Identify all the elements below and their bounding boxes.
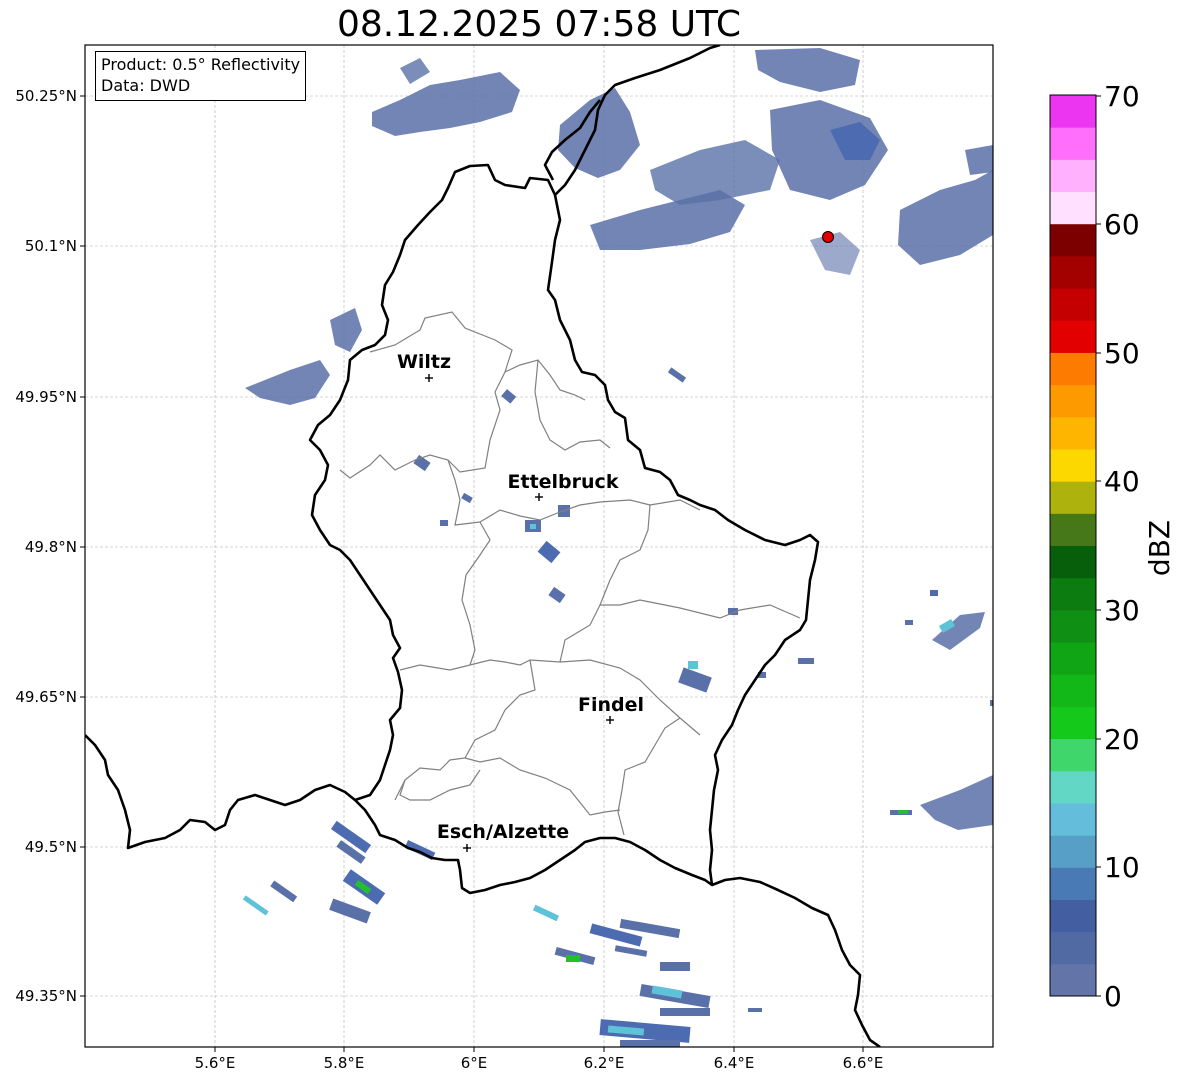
lon-label: 5.6°E — [195, 1054, 236, 1072]
colorbar-swatch — [1050, 577, 1096, 611]
map-frame — [84, 44, 994, 1048]
lat-label: 50.25°N — [15, 87, 77, 105]
colorbar-swatch — [1050, 545, 1096, 579]
lon-label: 6.4°E — [714, 1054, 755, 1072]
city-label-esch-alzette: Esch/Alzette — [437, 821, 569, 843]
colorbar-tick-label: 50 — [1104, 337, 1140, 370]
lat-label: 49.95°N — [15, 388, 77, 406]
city-label-findel: Findel — [578, 694, 644, 716]
colorbar-tick-label: 70 — [1104, 80, 1140, 113]
lon-label: 6.2°E — [584, 1054, 625, 1072]
colorbar-swatch — [1050, 867, 1096, 900]
colorbar-swatch — [1050, 963, 1096, 997]
city-label-ettelbruck: Ettelbruck — [508, 471, 619, 493]
radar-map: Wiltz Ettelbruck Findel Esch/Alzette 50.… — [15, 44, 1176, 1072]
data-source-line: Data: DWD — [101, 76, 191, 95]
colorbar-swatch — [1050, 288, 1096, 321]
lat-label: 49.35°N — [15, 987, 77, 1005]
colorbar-swatch — [1050, 416, 1096, 450]
colorbar-swatch — [1050, 706, 1096, 740]
city-marker-wiltz — [425, 374, 433, 382]
colorbar-tick-label: 60 — [1104, 208, 1140, 241]
colorbar-swatch — [1050, 674, 1096, 707]
colorbar-swatch — [1050, 127, 1096, 160]
lon-label: 6.6°E — [843, 1054, 884, 1072]
canton-boundaries — [339, 311, 801, 836]
grid-lines — [85, 45, 993, 1047]
colorbar-swatch — [1050, 899, 1096, 933]
colorbar-swatch — [1050, 255, 1096, 289]
colorbar-tick-label: 40 — [1104, 465, 1140, 498]
lat-axis: 50.25°N 50.1°N 49.95°N 49.8°N 49.65°N 49… — [15, 87, 85, 1005]
colorbar-swatch — [1050, 513, 1096, 546]
product-info-box: Product: 0.5° Reflectivity Data: DWD — [95, 51, 307, 101]
colorbar-swatch — [1050, 223, 1096, 257]
lon-axis: 5.6°E 5.8°E 6°E 6.2°E 6.4°E 6.6°E — [195, 1047, 884, 1072]
city-marker-esch — [463, 844, 471, 852]
colorbar-swatch — [1050, 609, 1096, 643]
city-marker-findel — [606, 716, 614, 724]
lat-label: 50.1°N — [25, 237, 77, 255]
lon-label: 5.8°E — [324, 1054, 365, 1072]
colorbar-tick-label: 20 — [1104, 723, 1140, 756]
colorbar-swatch — [1050, 320, 1096, 353]
radar-site-marker — [822, 231, 834, 243]
colorbar-tick-label: 10 — [1104, 851, 1140, 884]
city-label-wiltz: Wiltz — [397, 351, 451, 373]
colorbar-swatch — [1050, 642, 1096, 675]
lat-label: 49.5°N — [25, 838, 77, 856]
colorbar-swatch — [1050, 770, 1096, 804]
city-markers — [425, 374, 614, 852]
colorbar-swatch — [1050, 802, 1096, 836]
lat-label: 49.8°N — [25, 538, 77, 556]
colorbar-swatch — [1050, 352, 1096, 386]
colorbar-swatch — [1050, 95, 1096, 128]
colorbar-swatch — [1050, 481, 1096, 514]
colorbar-swatch — [1050, 159, 1096, 193]
colorbar-swatch — [1050, 191, 1096, 225]
colorbar-swatch — [1050, 738, 1096, 772]
colorbar-swatch — [1050, 931, 1096, 965]
colorbar-swatch — [1050, 448, 1096, 482]
city-marker-ettelbruck — [535, 493, 543, 501]
radar-echoes — [242, 48, 993, 1047]
colorbar — [1050, 95, 1096, 997]
colorbar-ticks: 70 60 50 40 30 20 10 0 — [1096, 80, 1140, 1013]
colorbar-swatch — [1050, 384, 1096, 418]
lon-label: 6°E — [461, 1054, 488, 1072]
colorbar-swatch — [1050, 835, 1096, 868]
lat-label: 49.65°N — [15, 688, 77, 706]
colorbar-tick-label: 0 — [1104, 980, 1122, 1013]
product-info-line: Product: 0.5° Reflectivity — [101, 55, 301, 74]
colorbar-tick-label: 30 — [1104, 594, 1140, 627]
national-borders — [85, 45, 881, 1047]
colorbar-label: dBZ — [1143, 520, 1176, 576]
